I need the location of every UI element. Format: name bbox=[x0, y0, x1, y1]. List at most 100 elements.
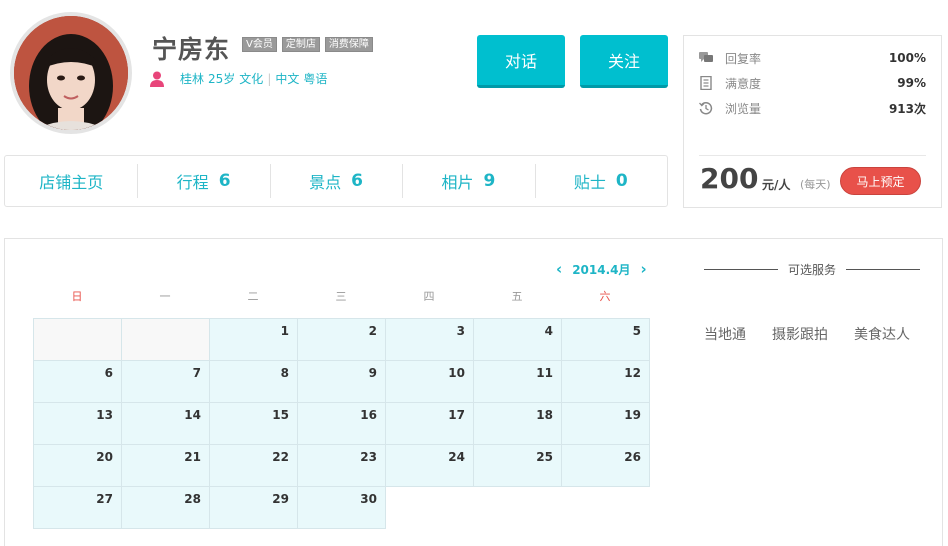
calendar-day[interactable]: 27 bbox=[33, 486, 122, 529]
profile-info: 桂林 25岁 文化 | 中文 粤语 bbox=[150, 70, 331, 87]
calendar-day[interactable]: 22 bbox=[209, 444, 298, 487]
weekday: 四 bbox=[423, 290, 435, 303]
calendar-day[interactable]: 17 bbox=[385, 402, 474, 445]
tag: 文化 bbox=[239, 72, 264, 86]
price-unit: 元/人 bbox=[762, 178, 791, 192]
city: 桂林 bbox=[180, 72, 205, 86]
weekday: 六 bbox=[599, 290, 611, 303]
tab-tips-label: 贴士 bbox=[573, 173, 606, 192]
history-icon bbox=[699, 102, 713, 115]
calendar-day[interactable]: 3 bbox=[385, 318, 474, 361]
views-row: 浏览量 913次 bbox=[699, 98, 926, 118]
tab-home[interactable]: 店铺主页 bbox=[5, 156, 137, 206]
calendar-day[interactable]: 20 bbox=[33, 444, 122, 487]
calendar-day[interactable]: 4 bbox=[473, 318, 562, 361]
tab-photos-label: 相片 bbox=[441, 173, 474, 192]
tab-spots-label: 景点 bbox=[309, 173, 342, 192]
custom-shop-badge: 定制店 bbox=[281, 37, 320, 52]
chevron-right-icon[interactable]: › bbox=[641, 260, 647, 278]
price-note: (每天) bbox=[800, 178, 831, 191]
weekday: 二 bbox=[247, 290, 259, 303]
tab-tips[interactable]: 贴士 0 bbox=[534, 156, 667, 206]
calendar-empty-cell bbox=[121, 318, 210, 361]
calendar-day[interactable]: 1 bbox=[209, 318, 298, 361]
satisfaction-label: 满意度 bbox=[725, 76, 762, 91]
calendar-day[interactable]: 2 bbox=[297, 318, 386, 361]
views-value: 913次 bbox=[888, 101, 926, 116]
satisfaction-value: 99% bbox=[897, 76, 926, 90]
services-title: 可选服务 bbox=[788, 263, 837, 277]
vip-badge: V会员 bbox=[242, 37, 277, 52]
weekday-header: 日 一 二 三 四 五 六 bbox=[33, 288, 650, 304]
tab-tips-count: 0 bbox=[615, 171, 628, 191]
calendar-day[interactable]: 9 bbox=[297, 360, 386, 403]
calendar-day[interactable]: 15 bbox=[209, 402, 298, 445]
consumer-protection-badge: 消费保障 bbox=[324, 37, 373, 52]
weekday: 五 bbox=[511, 290, 523, 303]
calendar-day[interactable]: 30 bbox=[297, 486, 386, 529]
calendar-day[interactable]: 5 bbox=[561, 318, 650, 361]
document-icon bbox=[700, 76, 712, 90]
divider bbox=[846, 269, 921, 270]
tab-trips-count: 6 bbox=[218, 171, 231, 191]
tab-trips[interactable]: 行程 6 bbox=[137, 156, 269, 206]
divider bbox=[699, 155, 926, 156]
month-navigator: ‹ 2014.4月 › bbox=[556, 260, 647, 278]
calendar-day[interactable]: 6 bbox=[33, 360, 122, 403]
badge-list: V会员 定制店 消费保障 bbox=[242, 37, 373, 52]
calendar-day[interactable]: 19 bbox=[561, 402, 650, 445]
language-1: 中文 bbox=[275, 72, 300, 86]
shop-nav: 店铺主页 行程 6 景点 6 相片 9 贴士 0 bbox=[4, 155, 668, 207]
language-2: 粤语 bbox=[303, 72, 328, 86]
satisfaction-row: 满意度 99% bbox=[699, 73, 926, 93]
calendar-empty-cell bbox=[33, 318, 122, 361]
calendar-day[interactable]: 10 bbox=[385, 360, 474, 403]
calendar-day[interactable]: 11 bbox=[473, 360, 562, 403]
calendar-day[interactable]: 18 bbox=[473, 402, 562, 445]
tab-photos[interactable]: 相片 9 bbox=[402, 156, 534, 206]
follow-button[interactable]: 关注 bbox=[580, 35, 668, 88]
service-photography[interactable]: 摄影跟拍 bbox=[772, 324, 828, 344]
calendar-day[interactable]: 24 bbox=[385, 444, 474, 487]
views-label: 浏览量 bbox=[725, 101, 762, 116]
calendar-grid: 1 2 3 4 5 6 7 8 9 10 11 12 13 14 15 16 17 18 19 20 21 22 23 24 2… bbox=[33, 318, 650, 529]
calendar-day[interactable]: 12 bbox=[561, 360, 650, 403]
stats-panel: 回复率 100% 满意度 99% 浏览量 913次 200 元/人 (每天) 马… bbox=[683, 35, 942, 208]
reply-rate-label: 回复率 bbox=[725, 51, 762, 66]
calendar-day[interactable]: 25 bbox=[473, 444, 562, 487]
calendar-day[interactable]: 28 bbox=[121, 486, 210, 529]
calendar-day[interactable]: 8 bbox=[209, 360, 298, 403]
host-name: 宁房东 bbox=[152, 35, 231, 64]
divider bbox=[704, 269, 778, 270]
services-header: 可选服务 bbox=[704, 261, 921, 278]
divider: | bbox=[267, 71, 272, 86]
age: 25岁 bbox=[208, 72, 236, 86]
avatar bbox=[10, 12, 132, 134]
reply-rate-value: 100% bbox=[888, 51, 926, 65]
reply-rate-row: 回复率 100% bbox=[699, 48, 926, 68]
tab-photos-count: 9 bbox=[483, 171, 496, 191]
tab-home-label: 店铺主页 bbox=[39, 173, 104, 192]
current-month: 2014.4月 bbox=[572, 262, 631, 277]
calendar-day[interactable]: 21 bbox=[121, 444, 210, 487]
service-foodie[interactable]: 美食达人 bbox=[854, 324, 910, 344]
tab-spots-count: 6 bbox=[351, 171, 363, 191]
price-amount: 200 bbox=[700, 162, 759, 195]
calendar-day[interactable]: 23 bbox=[297, 444, 386, 487]
calendar-day[interactable]: 29 bbox=[209, 486, 298, 529]
tab-trips-label: 行程 bbox=[176, 173, 209, 192]
weekday: 一 bbox=[159, 290, 171, 303]
calendar-day[interactable]: 13 bbox=[33, 402, 122, 445]
calendar-day[interactable]: 14 bbox=[121, 402, 210, 445]
service-local-guide[interactable]: 当地通 bbox=[704, 324, 746, 344]
chevron-left-icon[interactable]: ‹ bbox=[556, 260, 562, 278]
tab-spots[interactable]: 景点 6 bbox=[269, 156, 402, 206]
book-now-button[interactable]: 马上预定 bbox=[840, 167, 921, 195]
calendar-day[interactable]: 16 bbox=[297, 402, 386, 445]
chat-bubble-icon bbox=[699, 52, 713, 62]
calendar-day[interactable]: 7 bbox=[121, 360, 210, 403]
services-list: 当地通 摄影跟拍 美食达人 bbox=[704, 324, 936, 344]
chat-button[interactable]: 对话 bbox=[477, 35, 565, 88]
weekday: 日 bbox=[71, 290, 83, 303]
calendar-day[interactable]: 26 bbox=[561, 444, 650, 487]
